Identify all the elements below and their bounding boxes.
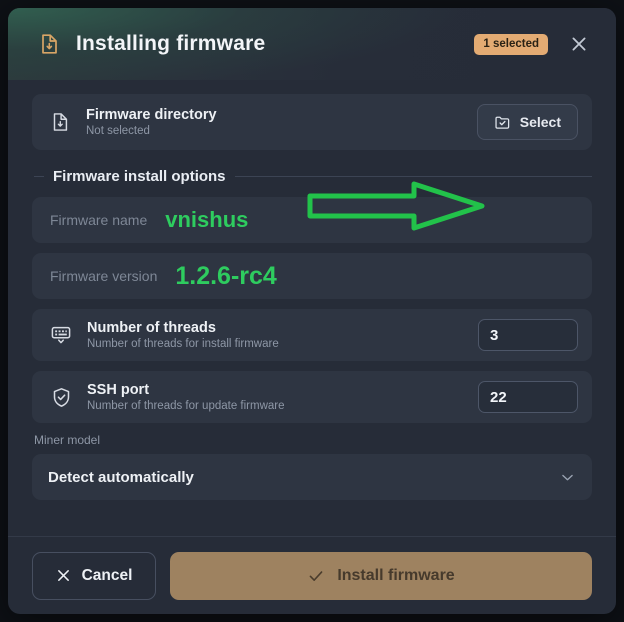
folder-check-icon bbox=[494, 114, 511, 131]
file-download-icon bbox=[48, 110, 72, 134]
firmware-directory-title: Firmware directory bbox=[86, 107, 217, 123]
firmware-name-value: vnishus bbox=[165, 207, 249, 232]
dialog-footer: Cancel Install firmware bbox=[8, 536, 616, 614]
install-firmware-button-label: Install firmware bbox=[337, 566, 455, 584]
dialog-header: Installing firmware 1 selected bbox=[8, 8, 616, 80]
firmware-directory-status: Not selected bbox=[86, 125, 150, 137]
miner-model-label: Miner model bbox=[34, 433, 101, 447]
firmware-version-label: Firmware version bbox=[50, 268, 158, 284]
ssh-port-title: SSH port bbox=[87, 382, 150, 398]
install-firmware-button[interactable]: Install firmware bbox=[170, 551, 592, 600]
select-button-label: Select bbox=[519, 114, 561, 130]
firmware-directory-row: Firmware directory Not selected Select bbox=[32, 94, 592, 150]
cancel-button-label: Cancel bbox=[81, 566, 133, 584]
select-button[interactable]: Select bbox=[476, 104, 578, 140]
firmware-directory-texts: Firmware directory Not selected bbox=[86, 107, 217, 137]
number-of-threads-row: Number of threads Number of threads for … bbox=[32, 309, 592, 361]
number-of-threads-input[interactable] bbox=[478, 319, 578, 351]
page-title: Installing firmware bbox=[76, 32, 266, 55]
firmware-version-value: 1.2.6-rc4 bbox=[175, 261, 277, 290]
ssh-port-row: SSH port Number of threads for update fi… bbox=[32, 371, 592, 423]
status-badge: 1 selected bbox=[474, 33, 548, 55]
close-icon[interactable] bbox=[566, 31, 592, 57]
divider-right bbox=[234, 176, 592, 177]
firmware-install-options-heading: Firmware install options bbox=[32, 168, 592, 185]
check-icon bbox=[307, 567, 325, 585]
shield-check-icon bbox=[48, 384, 74, 410]
firmware-version-row: Firmware version 1.2.6-rc4 bbox=[32, 253, 592, 299]
close-icon bbox=[56, 568, 71, 583]
cancel-button[interactable]: Cancel bbox=[32, 551, 156, 600]
dialog-body: Firmware directory Not selected Select F… bbox=[8, 80, 616, 536]
keypad-icon bbox=[48, 322, 74, 348]
chevron-down-icon bbox=[559, 469, 576, 486]
number-of-threads-title: Number of threads bbox=[87, 320, 216, 336]
section-title: Firmware install options bbox=[53, 168, 226, 185]
firmware-name-label: Firmware name bbox=[50, 212, 148, 228]
file-download-icon bbox=[36, 31, 62, 57]
miner-model-value: Detect automatically bbox=[48, 468, 194, 486]
firmware-name-row: Firmware name vnishus bbox=[32, 197, 592, 243]
miner-model-select[interactable]: Detect automatically bbox=[32, 454, 592, 500]
installing-firmware-dialog: Installing firmware 1 selected Firmware … bbox=[8, 8, 616, 614]
divider-left bbox=[34, 176, 44, 177]
number-of-threads-texts: Number of threads Number of threads for … bbox=[87, 320, 279, 350]
ssh-port-texts: SSH port Number of threads for update fi… bbox=[87, 382, 285, 412]
number-of-threads-subtitle: Number of threads for install firmware bbox=[87, 338, 279, 350]
ssh-port-subtitle: Number of threads for update firmware bbox=[87, 400, 285, 412]
ssh-port-input[interactable] bbox=[478, 381, 578, 413]
